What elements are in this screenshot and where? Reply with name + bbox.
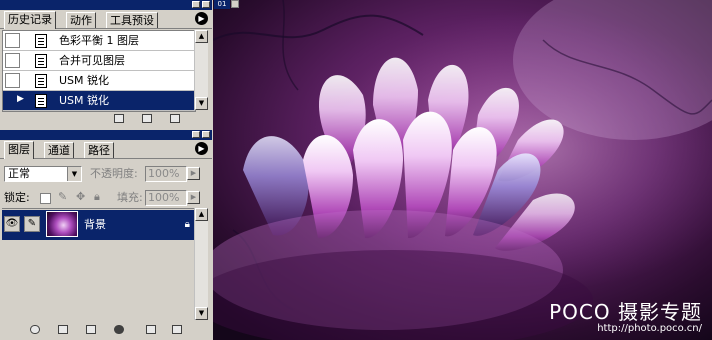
chevron-down-icon[interactable]: ▼ bbox=[67, 167, 81, 181]
scroll-down-icon[interactable]: ▼ bbox=[195, 307, 208, 320]
history-panel-titlebar[interactable] bbox=[0, 0, 212, 10]
minimize-button[interactable] bbox=[192, 131, 200, 138]
scroll-up-icon[interactable]: ▲ bbox=[195, 30, 208, 43]
history-item-label: USM 锐化 bbox=[59, 74, 110, 87]
blend-mode-value: 正常 bbox=[8, 167, 30, 180]
fill-field[interactable]: 100% bbox=[145, 190, 187, 206]
history-tabbar: 历史记录 动作 工具预设 ▶ bbox=[0, 10, 212, 29]
history-brush-source-box[interactable] bbox=[5, 53, 20, 68]
close-button[interactable] bbox=[202, 131, 210, 138]
history-item-label: 合并可见图层 bbox=[59, 54, 125, 67]
history-state-icon bbox=[35, 74, 47, 88]
lock-transparency-icon[interactable] bbox=[40, 193, 51, 204]
history-state-icon bbox=[35, 94, 47, 108]
history-brush-source-box[interactable] bbox=[5, 73, 20, 88]
history-panel: 历史记录 动作 工具预设 ▶ 色彩平衡 1 图层 合并可见图层 USM 锐化 ▶… bbox=[0, 0, 212, 128]
layer-thumbnail bbox=[46, 211, 78, 237]
watermark-brand: POCO 摄影专题 bbox=[549, 300, 702, 324]
new-fill-adjustment-layer-icon[interactable] bbox=[114, 325, 124, 334]
tab-paths[interactable]: 路径 bbox=[84, 142, 114, 158]
watermark-url: http://photo.poco.cn/ bbox=[597, 323, 702, 334]
lock-position-move-icon[interactable]: ✥ bbox=[76, 190, 85, 203]
opacity-label: 不透明度: bbox=[90, 167, 138, 180]
add-layer-style-icon[interactable] bbox=[58, 325, 68, 334]
opacity-field[interactable]: 100% bbox=[145, 166, 187, 182]
scroll-up-icon[interactable]: ▲ bbox=[195, 208, 208, 221]
new-layer-icon[interactable] bbox=[146, 325, 156, 334]
layer-lock-icon: 🔒︎ bbox=[184, 219, 190, 230]
history-scrollbar[interactable]: ▲ ▼ bbox=[194, 30, 208, 110]
panel-menu-icon[interactable]: ▶ bbox=[195, 12, 208, 25]
layers-tabbar: 图层 通道 路径 ▶ bbox=[0, 140, 212, 159]
eye-icon[interactable]: 👁︎ bbox=[4, 216, 20, 232]
lock-label: 锁定: bbox=[4, 191, 30, 204]
lock-image-brush-icon[interactable]: ✎ bbox=[58, 190, 67, 203]
history-item[interactable]: 色彩平衡 1 图层 bbox=[3, 31, 195, 51]
layers-footer bbox=[0, 322, 212, 338]
brush-icon[interactable]: ✎ bbox=[24, 216, 40, 232]
tab-tool-presets[interactable]: 工具预设 bbox=[106, 12, 158, 28]
document-canvas[interactable]: POCO 摄影专题 http://photo.poco.cn/ bbox=[213, 0, 712, 340]
layers-scrollbar[interactable]: ▲ ▼ bbox=[194, 208, 208, 320]
history-brush-source-box[interactable] bbox=[5, 33, 20, 48]
fill-slider-arrow-icon[interactable]: ▶ bbox=[187, 191, 200, 204]
minimize-button[interactable] bbox=[192, 1, 200, 8]
fill-label: 填充: bbox=[117, 191, 143, 204]
scroll-down-icon[interactable]: ▼ bbox=[195, 97, 208, 110]
lock-all-icon[interactable]: 🔒︎ bbox=[94, 190, 100, 204]
layer-name: 背景 bbox=[84, 218, 106, 231]
link-layers-icon[interactable] bbox=[30, 325, 40, 334]
blend-mode-select[interactable]: 正常 ▼ bbox=[4, 166, 82, 182]
opacity-slider-arrow-icon[interactable]: ▶ bbox=[187, 167, 200, 180]
history-item-label: 色彩平衡 1 图层 bbox=[59, 34, 139, 47]
tab-channels[interactable]: 通道 bbox=[44, 142, 74, 158]
history-state-slider-icon[interactable]: ▶ bbox=[17, 94, 27, 109]
history-item-label: USM 锐化 bbox=[59, 94, 110, 107]
history-item[interactable]: USM 锐化 bbox=[3, 71, 195, 91]
trash-icon[interactable] bbox=[172, 325, 182, 334]
tab-history[interactable]: 历史记录 bbox=[4, 11, 56, 29]
document-tab-button[interactable] bbox=[231, 0, 239, 8]
layer-row-background[interactable]: 👁︎ ✎ 背景 🔒︎ bbox=[2, 210, 194, 240]
tab-actions[interactable]: 动作 bbox=[66, 12, 96, 28]
new-document-from-state-icon[interactable] bbox=[114, 114, 124, 123]
history-list: 色彩平衡 1 图层 合并可见图层 USM 锐化 ▶ USM 锐化 bbox=[2, 30, 196, 112]
history-state-icon bbox=[35, 54, 47, 68]
history-footer bbox=[0, 111, 212, 127]
panel-menu-icon[interactable]: ▶ bbox=[195, 142, 208, 155]
trash-icon[interactable] bbox=[170, 114, 180, 123]
flower-image bbox=[213, 0, 712, 340]
watermark: POCO 摄影专题 http://photo.poco.cn/ bbox=[549, 301, 702, 334]
history-state-icon bbox=[35, 34, 47, 48]
tab-layers[interactable]: 图层 bbox=[4, 141, 34, 159]
history-item[interactable]: 合并可见图层 bbox=[3, 51, 195, 71]
close-button[interactable] bbox=[202, 1, 210, 8]
new-snapshot-icon[interactable] bbox=[142, 114, 152, 123]
add-mask-icon[interactable] bbox=[86, 325, 96, 334]
document-tab[interactable]: 01 bbox=[214, 0, 230, 9]
history-item-selected[interactable]: ▶ USM 锐化 bbox=[3, 91, 195, 111]
layers-panel-titlebar[interactable] bbox=[0, 130, 212, 140]
